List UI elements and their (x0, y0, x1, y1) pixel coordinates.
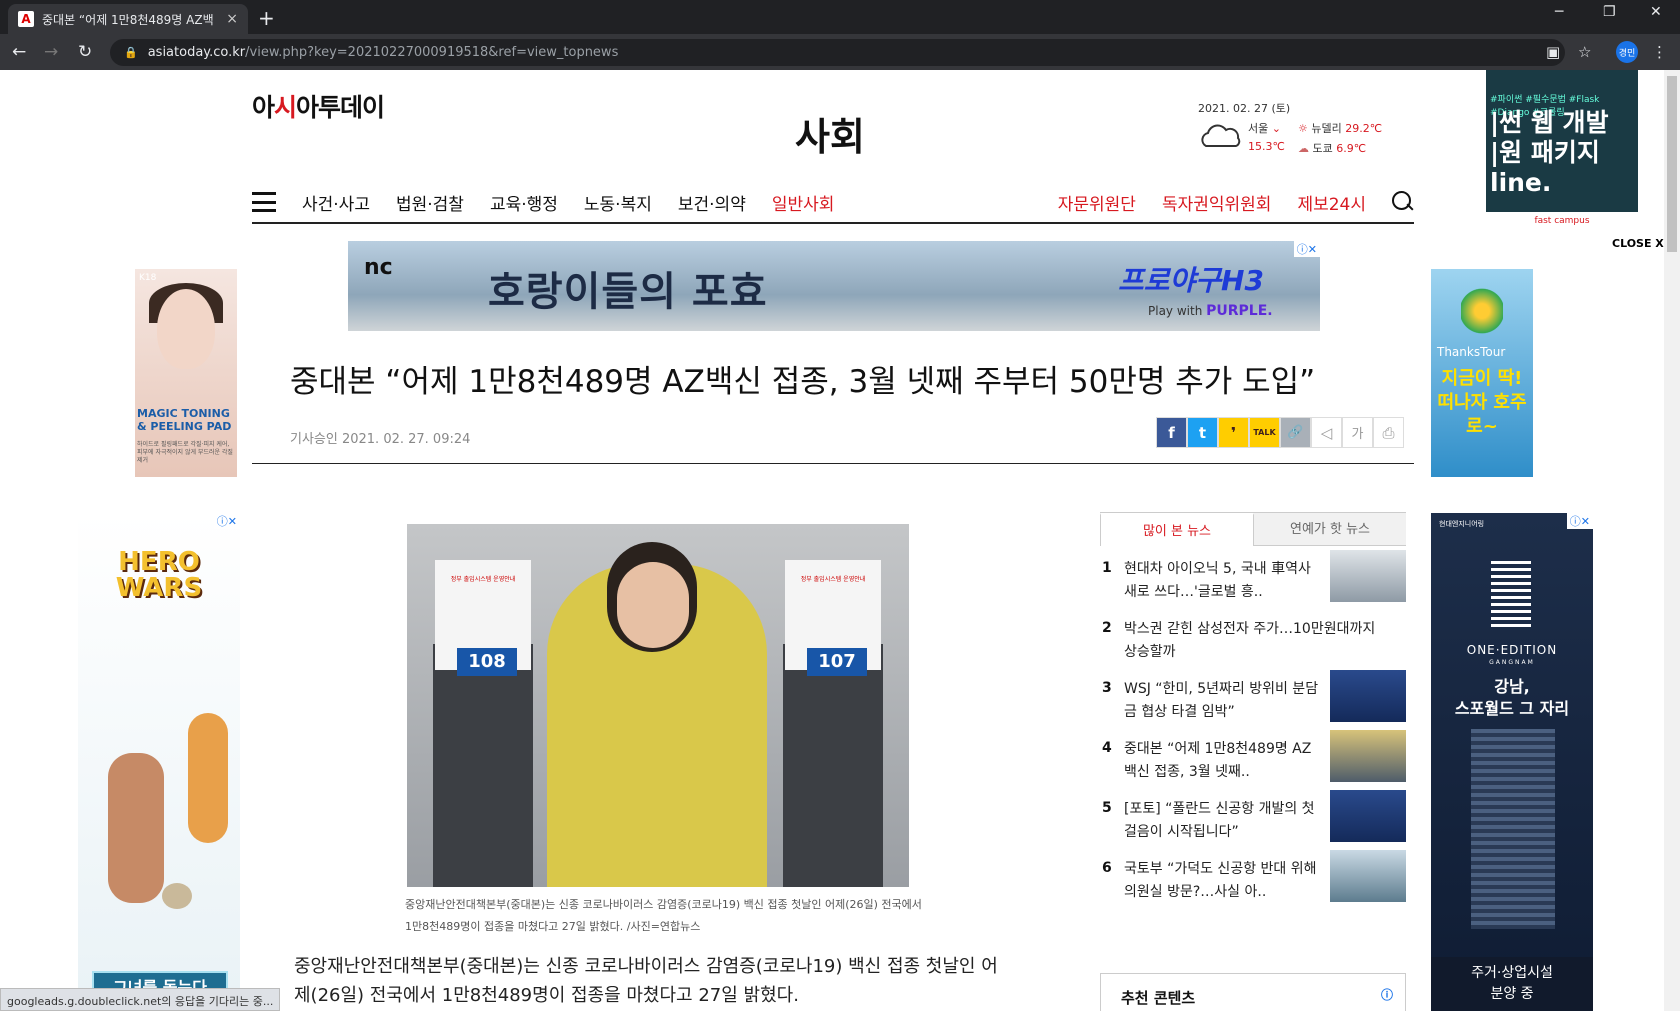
browser-tab-strip: A 중대본 “어제 1만8천489명 AZ백 × + ─ ❐ ✕ (0, 0, 1680, 34)
nav-reader-rights[interactable]: 독자권익위원회 (1162, 190, 1271, 215)
thumbnail (1330, 670, 1406, 722)
thumbnail (1330, 730, 1406, 782)
minimize-icon[interactable]: ─ (1555, 4, 1563, 20)
ad-info-icon[interactable]: ⓘ✕ (213, 513, 240, 529)
url-path: /view.php?key=20210227000919518&ref=view… (245, 45, 619, 60)
article-photo: 정부 출입시스템 운영안내 정부 출입시스템 운영안내 108 107 (407, 524, 909, 887)
close-window-icon[interactable]: ✕ (1650, 4, 1662, 20)
list-item[interactable]: 2 박스권 갇힌 삼성전자 주가…10만원대까지 상승할까 (1100, 610, 1406, 670)
hamburger-menu-icon[interactable] (252, 192, 276, 212)
cloud-icon (1201, 124, 1241, 147)
nav-item-incident[interactable]: 사건·사고 (302, 190, 370, 215)
status-bar: googleads.g.doubleclick.net의 응답을 기다리는 중.… (0, 988, 281, 1011)
photo-caption: 중앙재난안전대책본부(중대본)는 신종 코로나바이러스 감염증(코로나19) 백… (405, 898, 922, 933)
kakaotalk-icon[interactable]: TALK (1249, 417, 1280, 448)
seoul-temp: 15.3℃ (1248, 140, 1285, 153)
browser-toolbar: ← → ↻ 🔒 asiatoday.co.kr /view.php?key=20… (0, 34, 1680, 70)
share-toolbar: f t ❜ TALK 🔗 ◁ 가 ⎙ (1156, 417, 1404, 448)
thumbnail (1330, 550, 1406, 602)
nav-item-general[interactable]: 일반사회 (772, 190, 835, 215)
scrollbar-thumb[interactable] (1667, 76, 1677, 252)
lock-icon: 🔒 (124, 46, 138, 59)
tab-entertainment[interactable]: 연예가 핫 뉴스 (1254, 513, 1406, 546)
sound-icon[interactable]: ◁ (1311, 417, 1342, 448)
ad-info-icon[interactable]: ⓘ✕ (1293, 241, 1320, 257)
search-icon[interactable] (1392, 191, 1414, 213)
reload-icon[interactable]: ↻ (78, 42, 92, 62)
new-tab-button[interactable]: + (258, 6, 275, 30)
blocked-popup-icon[interactable]: ▣ (1546, 43, 1560, 61)
approval-time: 기사승인 2021. 02. 27. 09:24 (290, 432, 471, 447)
url-domain: asiatoday.co.kr (147, 45, 246, 60)
tab-most-viewed[interactable]: 많이 본 뉴스 (1100, 513, 1254, 546)
menu-kebab-icon[interactable]: ⋮ (1652, 43, 1667, 61)
forward-icon[interactable]: → (44, 42, 58, 62)
left-skyscraper-ad[interactable]: K18 MAGIC TONING & PEELING PAD 하이드로 필링패드… (135, 269, 237, 477)
tab-title: 중대본 “어제 1만8천489명 AZ백 (42, 12, 214, 27)
corner-ad[interactable]: #파이썬 #필수문법 #Flask #Django #크롤링 |썬 웹 개발 |… (1486, 70, 1638, 230)
main-nav: 사건·사고 법원·검찰 교육·행정 노동·복지 보건·의약 일반사회 자문위원단… (252, 182, 1414, 224)
list-item[interactable]: 3 WSJ “한미, 5년짜리 방위비 분담금 협상 타결 임박” (1100, 670, 1406, 730)
building-logo-icon (1491, 561, 1531, 631)
article-headline: 중대본 “어제 1만8천489명 AZ백신 접종, 3월 넷째 주부터 50만명… (290, 364, 1316, 400)
article-body: 중앙재난안전대책본부(중대본)는 신종 코로나바이러스 감염증(코로나19) 백… (294, 956, 998, 1006)
site-favicon-icon: A (18, 11, 34, 27)
skull-icon (162, 883, 192, 909)
nav-item-health[interactable]: 보건·의약 (678, 190, 746, 215)
thumbnail (1330, 850, 1406, 902)
close-ad-button[interactable]: CLOSE X (1612, 237, 1664, 250)
divider (252, 463, 1414, 464)
site-logo[interactable]: 아시아투데이 (252, 88, 385, 124)
list-item[interactable]: 6 국토부 “가덕도 신공항 반대 위해 의원실 방문?…사실 아.. (1100, 850, 1406, 910)
kakaostory-icon[interactable]: ❜ (1218, 417, 1249, 448)
thumbnail (1330, 790, 1406, 842)
nav-item-court[interactable]: 법원·검찰 (396, 190, 464, 215)
nav-tip-24[interactable]: 제보24시 (1297, 190, 1366, 215)
tree-logo-icon (1461, 281, 1503, 341)
maximize-icon[interactable]: ❐ (1603, 4, 1616, 20)
address-bar[interactable]: 🔒 asiatoday.co.kr /view.php?key=20210227… (110, 39, 1565, 66)
right-skyscraper-ad[interactable]: ThanksTour 지금이 딱! 떠나자 호주로~ (1431, 269, 1533, 477)
ad-info-icon[interactable]: ⓘ (1381, 986, 1393, 1003)
link-icon[interactable]: 🔗 (1280, 417, 1311, 448)
nav-advisors[interactable]: 자문위원단 (1058, 190, 1136, 215)
profile-avatar[interactable]: 경민 (1616, 41, 1638, 63)
web-page: 아시아투데이 사회 2021. 02. 27 (토) 서울 ⌄ 15.3℃ ☼ … (0, 70, 1680, 1011)
nav-item-labor[interactable]: 노동·복지 (584, 190, 652, 215)
tab-close-icon[interactable]: × (226, 11, 238, 27)
twitter-icon[interactable]: t (1187, 417, 1218, 448)
list-item[interactable]: 1 현대차 아이오닉 5, 국내 車역사 새로 쓰다…'글로벌 흥.. (1100, 550, 1406, 610)
print-icon[interactable]: ⎙ (1373, 417, 1404, 448)
recommended-content: 추천 콘텐츠 ⓘ (1100, 973, 1406, 1011)
list-item[interactable]: 4 중대본 “어제 1만8천489명 AZ백신 접종, 3월 넷째.. (1100, 730, 1406, 790)
back-icon[interactable]: ← (12, 42, 26, 62)
scrollbar[interactable] (1664, 70, 1680, 1011)
section-title: 사회 (795, 115, 865, 159)
list-item[interactable]: 5 [포토] “폴란드 신공항 개발의 첫 걸음이 시작됩니다” (1100, 790, 1406, 850)
sun-icon: ☼ (1298, 122, 1308, 135)
bookmark-star-icon[interactable]: ☆ (1578, 43, 1591, 61)
browser-tab[interactable]: A 중대본 “어제 1만8천489명 AZ백 × (8, 4, 248, 34)
facebook-icon[interactable]: f (1156, 417, 1187, 448)
chevron-down-icon[interactable]: ⌄ (1272, 122, 1281, 135)
font-size-icon[interactable]: 가 (1342, 417, 1373, 448)
hero-wars-ad[interactable]: ⓘ✕ HERO WARS 그녀를 돕는다 (78, 513, 240, 1011)
popular-news: 많이 본 뉴스 연예가 핫 뉴스 1 현대차 아이오닉 5, 국내 車역사 새로… (1100, 512, 1406, 910)
cloud-sun-icon: ☁ (1298, 142, 1309, 155)
ad-info-icon[interactable]: ⓘ✕ (1566, 513, 1593, 529)
one-edition-ad[interactable]: 현대엔지니어링 ⓘ✕ ONE·EDITION GANGNAM 강남, 스포월드 … (1431, 513, 1593, 1011)
weather-date: 2021. 02. 27 (토) (1198, 102, 1291, 115)
nav-item-education[interactable]: 교육·행정 (490, 190, 558, 215)
top-banner-ad[interactable]: nc 호랑이들의 포효 프로야구H3 Play with PURPLE. ⓘ✕ (348, 241, 1320, 331)
